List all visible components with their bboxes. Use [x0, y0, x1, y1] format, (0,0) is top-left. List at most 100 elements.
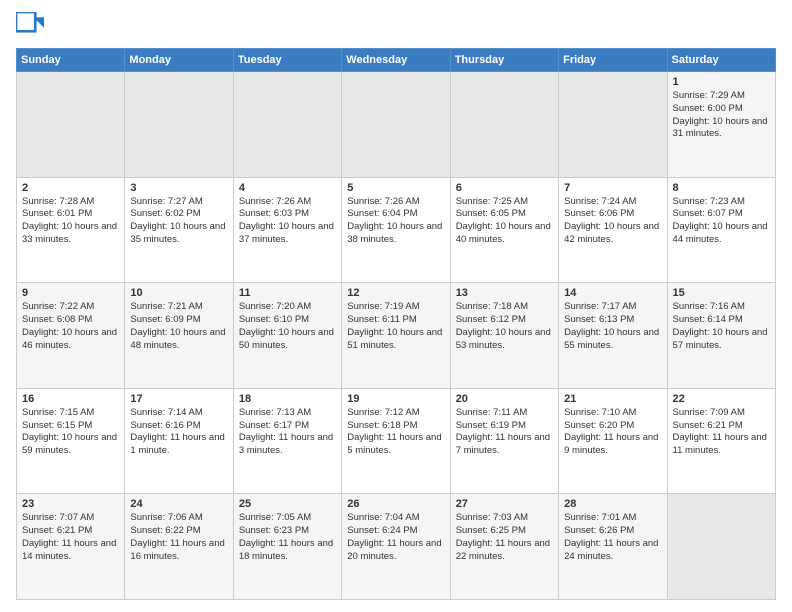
day-number: 5 — [347, 182, 444, 194]
day-info: Daylight: 10 hours and 33 minutes. — [22, 221, 119, 247]
day-info: Sunset: 6:11 PM — [347, 314, 444, 327]
day-info: Daylight: 10 hours and 53 minutes. — [456, 327, 553, 353]
day-info: Sunset: 6:21 PM — [673, 420, 770, 433]
day-cell: 8Sunrise: 7:23 AMSunset: 6:07 PMDaylight… — [667, 177, 775, 283]
day-number: 28 — [564, 498, 661, 510]
day-cell — [233, 72, 341, 178]
weekday-header-sunday: Sunday — [17, 49, 125, 72]
day-info: Sunset: 6:25 PM — [456, 525, 553, 538]
day-cell: 1Sunrise: 7:29 AMSunset: 6:00 PMDaylight… — [667, 72, 775, 178]
day-cell: 17Sunrise: 7:14 AMSunset: 6:16 PMDayligh… — [125, 388, 233, 494]
day-number: 13 — [456, 287, 553, 299]
day-info: Sunrise: 7:24 AM — [564, 196, 661, 209]
day-info: Sunset: 6:14 PM — [673, 314, 770, 327]
day-number: 18 — [239, 393, 336, 405]
day-cell: 26Sunrise: 7:04 AMSunset: 6:24 PMDayligh… — [342, 494, 450, 600]
day-number: 4 — [239, 182, 336, 194]
day-cell: 14Sunrise: 7:17 AMSunset: 6:13 PMDayligh… — [559, 283, 667, 389]
day-number: 17 — [130, 393, 227, 405]
day-info: Sunset: 6:02 PM — [130, 208, 227, 221]
day-info: Sunrise: 7:12 AM — [347, 407, 444, 420]
day-cell: 2Sunrise: 7:28 AMSunset: 6:01 PMDaylight… — [17, 177, 125, 283]
day-info: Sunset: 6:07 PM — [673, 208, 770, 221]
day-info: Sunrise: 7:23 AM — [673, 196, 770, 209]
day-info: Sunset: 6:13 PM — [564, 314, 661, 327]
day-info: Daylight: 11 hours and 16 minutes. — [130, 538, 227, 564]
day-number: 23 — [22, 498, 119, 510]
day-info: Sunrise: 7:10 AM — [564, 407, 661, 420]
day-number: 8 — [673, 182, 770, 194]
day-number: 21 — [564, 393, 661, 405]
day-info: Daylight: 11 hours and 5 minutes. — [347, 432, 444, 458]
day-cell: 28Sunrise: 7:01 AMSunset: 6:26 PMDayligh… — [559, 494, 667, 600]
day-info: Sunrise: 7:14 AM — [130, 407, 227, 420]
day-cell: 23Sunrise: 7:07 AMSunset: 6:21 PMDayligh… — [17, 494, 125, 600]
day-number: 7 — [564, 182, 661, 194]
day-number: 14 — [564, 287, 661, 299]
day-info: Sunrise: 7:17 AM — [564, 301, 661, 314]
day-info: Sunrise: 7:26 AM — [239, 196, 336, 209]
day-info: Daylight: 11 hours and 22 minutes. — [456, 538, 553, 564]
day-number: 12 — [347, 287, 444, 299]
day-number: 10 — [130, 287, 227, 299]
day-info: Daylight: 10 hours and 37 minutes. — [239, 221, 336, 247]
day-cell: 11Sunrise: 7:20 AMSunset: 6:10 PMDayligh… — [233, 283, 341, 389]
day-info: Sunset: 6:26 PM — [564, 525, 661, 538]
day-number: 27 — [456, 498, 553, 510]
day-info: Daylight: 10 hours and 51 minutes. — [347, 327, 444, 353]
day-cell: 24Sunrise: 7:06 AMSunset: 6:22 PMDayligh… — [125, 494, 233, 600]
day-cell: 12Sunrise: 7:19 AMSunset: 6:11 PMDayligh… — [342, 283, 450, 389]
weekday-header-monday: Monday — [125, 49, 233, 72]
weekday-header-wednesday: Wednesday — [342, 49, 450, 72]
day-info: Sunset: 6:20 PM — [564, 420, 661, 433]
day-info: Sunset: 6:10 PM — [239, 314, 336, 327]
day-info: Sunrise: 7:28 AM — [22, 196, 119, 209]
day-info: Sunrise: 7:22 AM — [22, 301, 119, 314]
week-row-2: 2Sunrise: 7:28 AMSunset: 6:01 PMDaylight… — [17, 177, 776, 283]
day-cell: 13Sunrise: 7:18 AMSunset: 6:12 PMDayligh… — [450, 283, 558, 389]
day-number: 19 — [347, 393, 444, 405]
day-info: Sunset: 6:21 PM — [22, 525, 119, 538]
day-number: 22 — [673, 393, 770, 405]
day-cell — [559, 72, 667, 178]
day-cell: 18Sunrise: 7:13 AMSunset: 6:17 PMDayligh… — [233, 388, 341, 494]
calendar-header: SundayMondayTuesdayWednesdayThursdayFrid… — [17, 49, 776, 72]
day-cell: 21Sunrise: 7:10 AMSunset: 6:20 PMDayligh… — [559, 388, 667, 494]
day-info: Sunset: 6:22 PM — [130, 525, 227, 538]
day-number: 2 — [22, 182, 119, 194]
day-info: Sunset: 6:19 PM — [456, 420, 553, 433]
day-info: Sunset: 6:09 PM — [130, 314, 227, 327]
day-info: Sunrise: 7:09 AM — [673, 407, 770, 420]
day-info: Daylight: 10 hours and 59 minutes. — [22, 432, 119, 458]
day-info: Sunrise: 7:13 AM — [239, 407, 336, 420]
day-cell — [17, 72, 125, 178]
day-number: 6 — [456, 182, 553, 194]
day-info: Sunrise: 7:20 AM — [239, 301, 336, 314]
week-row-5: 23Sunrise: 7:07 AMSunset: 6:21 PMDayligh… — [17, 494, 776, 600]
day-info: Sunrise: 7:05 AM — [239, 512, 336, 525]
day-info: Sunset: 6:15 PM — [22, 420, 119, 433]
calendar-table: SundayMondayTuesdayWednesdayThursdayFrid… — [16, 48, 776, 600]
day-info: Sunrise: 7:01 AM — [564, 512, 661, 525]
day-info: Sunset: 6:12 PM — [456, 314, 553, 327]
day-number: 11 — [239, 287, 336, 299]
day-info: Daylight: 11 hours and 14 minutes. — [22, 538, 119, 564]
day-cell: 5Sunrise: 7:26 AMSunset: 6:04 PMDaylight… — [342, 177, 450, 283]
day-info: Sunrise: 7:15 AM — [22, 407, 119, 420]
day-info: Daylight: 10 hours and 48 minutes. — [130, 327, 227, 353]
day-cell — [342, 72, 450, 178]
day-info: Daylight: 11 hours and 20 minutes. — [347, 538, 444, 564]
day-info: Sunset: 6:08 PM — [22, 314, 119, 327]
day-cell: 9Sunrise: 7:22 AMSunset: 6:08 PMDaylight… — [17, 283, 125, 389]
day-cell: 6Sunrise: 7:25 AMSunset: 6:05 PMDaylight… — [450, 177, 558, 283]
day-info: Sunset: 6:06 PM — [564, 208, 661, 221]
day-info: Sunset: 6:24 PM — [347, 525, 444, 538]
day-info: Sunset: 6:03 PM — [239, 208, 336, 221]
day-info: Sunrise: 7:06 AM — [130, 512, 227, 525]
day-info: Sunset: 6:16 PM — [130, 420, 227, 433]
weekday-row: SundayMondayTuesdayWednesdayThursdayFrid… — [17, 49, 776, 72]
day-info: Daylight: 11 hours and 3 minutes. — [239, 432, 336, 458]
day-cell — [125, 72, 233, 178]
day-info: Sunrise: 7:29 AM — [673, 90, 770, 103]
logo-icon — [16, 12, 44, 40]
